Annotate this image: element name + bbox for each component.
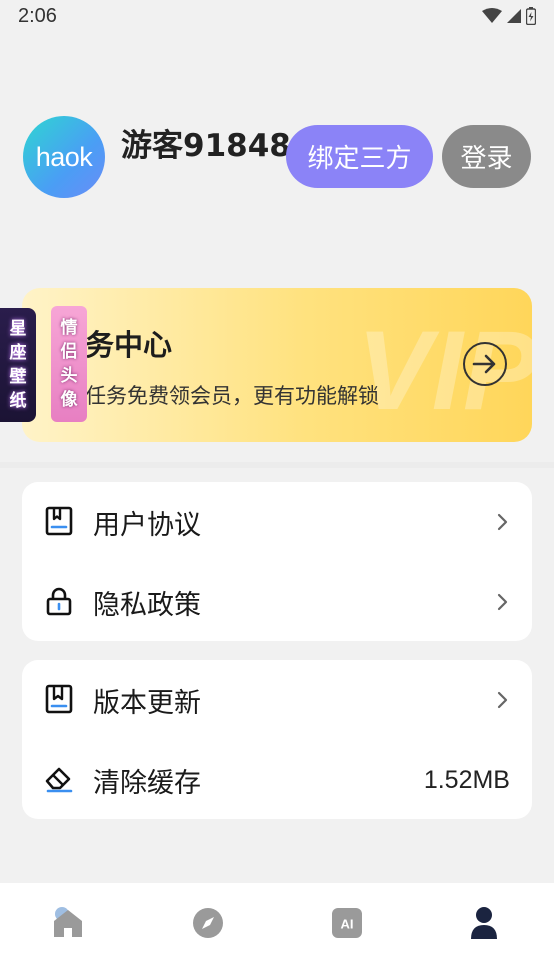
banner-right-char: 像 [60, 390, 78, 410]
tab-ai[interactable]: AI [327, 903, 367, 943]
chevron-right-icon [496, 691, 510, 709]
wifi-icon [482, 8, 502, 23]
menu-item-privacy-policy[interactable]: 隐私政策 [22, 562, 532, 642]
compass-icon [193, 908, 223, 938]
vip-card-title: 务中心 [85, 328, 173, 362]
menu-item-clear-cache[interactable]: 清除缓存 1.52MB [22, 740, 532, 820]
banner-left-char: 纸 [9, 391, 27, 411]
battery-icon [526, 7, 536, 25]
banner-left-char: 壁 [9, 367, 27, 387]
bookmark-icon [44, 684, 74, 714]
signal-icon [507, 9, 521, 23]
avatar-logo-text: haok [35, 141, 93, 172]
section-divider [0, 462, 554, 468]
chevron-right-icon [496, 513, 510, 531]
status-icons [482, 7, 536, 25]
login-button[interactable]: 登录 [442, 125, 531, 188]
tab-home[interactable] [48, 903, 88, 943]
bottom-tab-bar: AI [0, 883, 554, 953]
banner-left-char: 座 [9, 343, 27, 363]
banner-right-char: 头 [60, 366, 78, 386]
bind-account-button[interactable]: 绑定三方 [286, 125, 433, 188]
status-bar: 2:06 [0, 0, 554, 34]
menu-item-user-agreement[interactable]: 用户协议 [22, 482, 532, 562]
menu-item-version-update[interactable]: 版本更新 [22, 660, 532, 740]
banner-left-char: 星 [9, 319, 27, 339]
menu-item-label: 隐私政策 [93, 589, 201, 621]
eraser-icon [44, 764, 74, 794]
username: 游客918486 [121, 128, 301, 164]
menu-item-label: 清除缓存 [93, 767, 201, 799]
ai-icon: AI [332, 908, 362, 938]
avatar[interactable]: haok [23, 116, 105, 198]
cache-size-value: 1.52MB [423, 765, 510, 794]
home-icon [54, 907, 82, 937]
menu-card-legal: 用户协议 隐私政策 [22, 482, 532, 641]
book-icon [44, 506, 74, 536]
svg-text:AI: AI [341, 917, 354, 932]
tab-profile[interactable] [464, 903, 504, 943]
chevron-right-icon [496, 593, 510, 611]
person-icon [471, 907, 497, 939]
menu-card-app: 版本更新 清除缓存 1.52MB [22, 660, 532, 819]
banner-right-char: 情 [60, 318, 78, 338]
menu-item-label: 用户协议 [93, 509, 201, 541]
constellation-wallpaper-banner[interactable]: 星 座 壁 纸 [0, 308, 36, 422]
couple-avatar-banner[interactable]: 情 侣 头 像 [51, 306, 87, 422]
vip-task-center-card[interactable]: VIP 务中心 任务免费领会员，更有功能解锁 [22, 288, 532, 442]
tab-discover[interactable] [188, 903, 228, 943]
banner-right-char: 侣 [60, 342, 78, 362]
menu-item-label: 版本更新 [93, 687, 201, 719]
arrow-right-circle-icon[interactable] [463, 342, 507, 386]
lock-icon [44, 586, 74, 616]
profile-header: haok 游客918486 绑定三方 登录 [0, 110, 554, 210]
status-time: 2:06 [18, 5, 57, 27]
vip-card-subtitle: 任务免费领会员，更有功能解锁 [85, 384, 379, 408]
